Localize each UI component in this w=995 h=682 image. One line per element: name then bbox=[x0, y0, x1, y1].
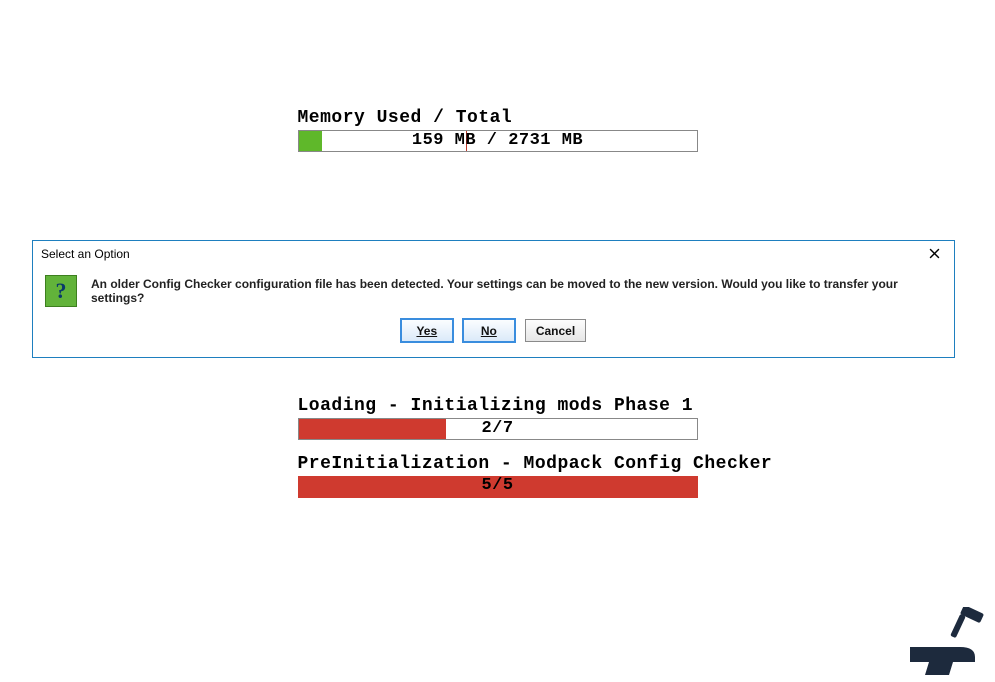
preinit-progress-item: PreInitialization - Modpack Config Check… bbox=[298, 454, 698, 498]
memory-label: Memory Used / Total bbox=[298, 108, 698, 128]
close-icon bbox=[929, 248, 940, 259]
dialog-titlebar: Select an Option bbox=[33, 241, 954, 267]
preinit-label: PreInitialization - Modpack Config Check… bbox=[298, 454, 698, 474]
dialog-close-button[interactable] bbox=[922, 244, 946, 264]
memory-block: Memory Used / Total 159 MB / 2731 MB bbox=[298, 108, 698, 152]
memory-progress-text: 159 MB / 2731 MB bbox=[299, 131, 697, 151]
loading-progress-bar: 2/7 bbox=[298, 418, 698, 440]
loading-progress-item: Loading - Initializing mods Phase 1 2/7 bbox=[298, 396, 698, 440]
dialog-body: ? An older Config Checker configuration … bbox=[33, 267, 954, 352]
loading-label: Loading - Initializing mods Phase 1 bbox=[298, 396, 698, 416]
preinit-progress-count: 5/5 bbox=[298, 476, 698, 498]
question-icon: ? bbox=[45, 275, 77, 307]
progress-group: Loading - Initializing mods Phase 1 2/7 … bbox=[298, 396, 698, 512]
loading-progress-count: 2/7 bbox=[299, 419, 697, 439]
preinit-progress-bar: 5/5 bbox=[298, 476, 698, 498]
dialog-title: Select an Option bbox=[41, 247, 130, 261]
cancel-button[interactable]: Cancel bbox=[525, 319, 586, 342]
dialog-button-row: Yes No Cancel bbox=[45, 319, 942, 342]
dialog-message: An older Config Checker configuration fi… bbox=[91, 277, 942, 305]
yes-button[interactable]: Yes bbox=[401, 319, 453, 342]
option-dialog: Select an Option ? An older Config Check… bbox=[32, 240, 955, 358]
memory-progress-bar: 159 MB / 2731 MB bbox=[298, 130, 698, 152]
forge-icon bbox=[905, 607, 995, 677]
no-button[interactable]: No bbox=[463, 319, 515, 342]
